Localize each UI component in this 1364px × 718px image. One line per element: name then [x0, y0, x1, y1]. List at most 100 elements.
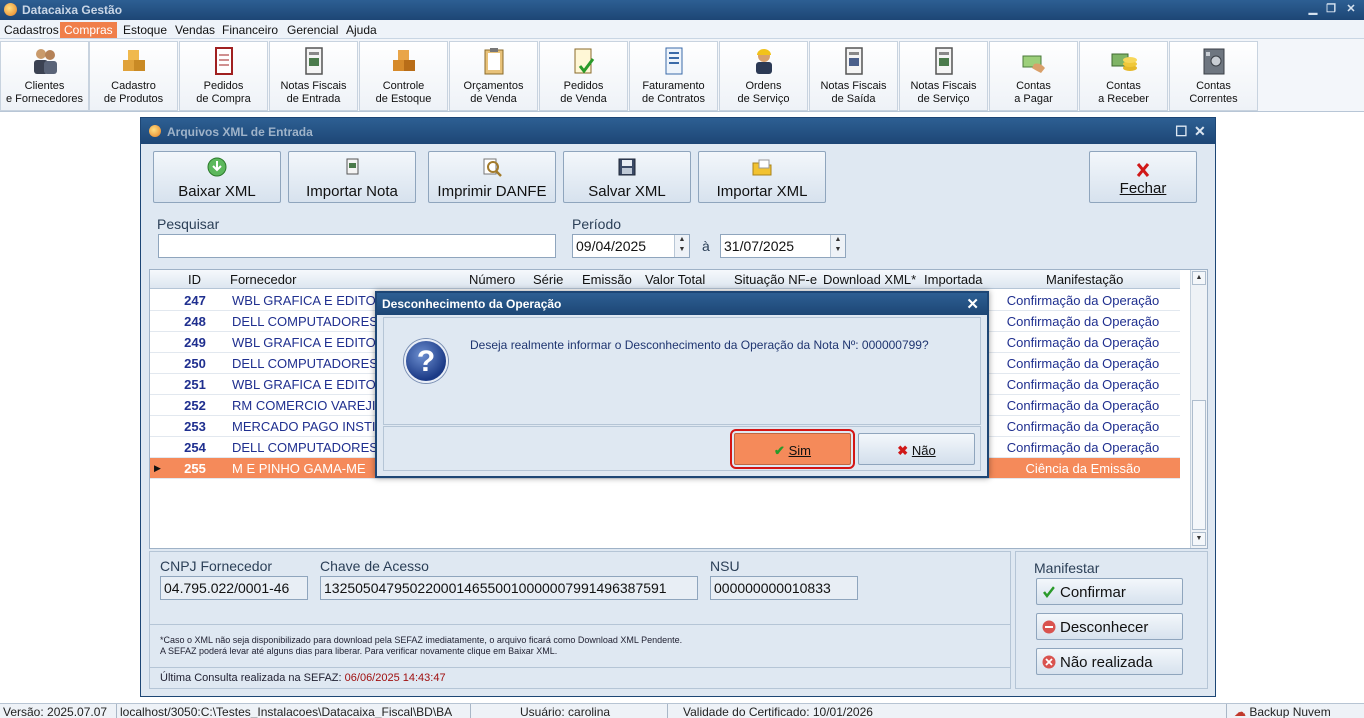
toolbar-label: Pedidos de Compra: [196, 80, 251, 105]
row-manifestacao: Confirmação da Operação: [1006, 419, 1160, 434]
main-toolbar: Clientes e Fornecedores Cadastro de Prod…: [0, 39, 1364, 112]
menu-bar: Cadastros Compras Estoque Vendas Finance…: [0, 20, 1364, 39]
status-version: Versão: 2025.07.07: [3, 705, 108, 718]
products-icon: [123, 50, 145, 71]
row-id: 254: [184, 440, 206, 455]
imprimir-danfe-label: Imprimir DANFE: [437, 183, 547, 200]
backup-label: Backup Nuvem: [1249, 705, 1331, 718]
row-manifestacao: Confirmação da Operação: [1006, 314, 1160, 329]
close-icon[interactable]: ✕: [1344, 2, 1358, 16]
toolbar-orcamentos-button[interactable]: Orçamentos de Venda: [449, 41, 538, 111]
nao-label: Não: [911, 443, 936, 458]
row-id: 252: [184, 398, 206, 413]
scroll-thumb[interactable]: [1192, 400, 1206, 530]
menu-cadastros[interactable]: Cadastros: [2, 22, 61, 38]
toolbar-nf-entrada-button[interactable]: Notas Fiscais de Entrada: [269, 41, 358, 111]
baixar-xml-label: Baixar XML: [178, 183, 256, 200]
print-preview-icon: [483, 158, 502, 177]
x-circle-icon: [1042, 655, 1056, 669]
exit-invoices-icon: [845, 47, 863, 75]
divider: [1226, 704, 1227, 718]
toolbar-label: Contas a Receber: [1098, 80, 1149, 105]
toolbar-nf-servico-button[interactable]: Notas Fiscais de Serviço: [899, 41, 988, 111]
confirmar-button[interactable]: Confirmar: [1036, 578, 1183, 605]
minimize-icon[interactable]: ▁: [1306, 2, 1320, 16]
dialog-titlebar: Desconhecimento da Operação ✕: [377, 293, 987, 315]
col-situacao[interactable]: Situação NF-e: [734, 272, 817, 287]
col-serie[interactable]: Série: [533, 272, 563, 287]
toolbar-contas-pagar-button[interactable]: Contas a Pagar: [989, 41, 1078, 111]
col-valor-total[interactable]: Valor Total: [645, 272, 705, 287]
status-certificate: Validade do Certificado: 10/01/2026: [683, 705, 873, 718]
toolbar-label: Ordens de Serviço: [737, 80, 790, 105]
fechar-button[interactable]: Fechar: [1089, 151, 1197, 203]
menu-compras[interactable]: Compras: [60, 22, 117, 38]
col-fornecedor[interactable]: Fornecedor: [230, 272, 296, 287]
imprimir-danfe-button[interactable]: Imprimir DANFE: [428, 151, 556, 203]
toolbar-produtos-button[interactable]: Cadastro de Produtos: [89, 41, 178, 111]
row-manifestacao: Confirmação da Operação: [1006, 335, 1160, 350]
period-from-spinner[interactable]: ▲ ▼: [674, 235, 689, 257]
toolbar-clientes-button[interactable]: Clientes e Fornecedores: [0, 41, 89, 111]
scroll-up-icon[interactable]: ▲: [1192, 271, 1206, 285]
importar-xml-button[interactable]: Importar XML: [698, 151, 826, 203]
nao-realizada-button[interactable]: Não realizada: [1036, 648, 1183, 675]
search-input[interactable]: [158, 234, 556, 258]
last-query-label: Última Consulta realizada na SEFAZ:: [160, 672, 342, 684]
sim-label: Sim: [788, 443, 811, 458]
toolbar-pedidos-venda-button[interactable]: Pedidos de Venda: [539, 41, 628, 111]
toolbar-faturamento-button[interactable]: Faturamento de Contratos: [629, 41, 718, 111]
col-importada[interactable]: Importada: [924, 272, 983, 287]
desconhecer-button[interactable]: Desconhecer: [1036, 613, 1183, 640]
toolbar-contas-correntes-button[interactable]: Contas Correntes: [1169, 41, 1258, 111]
col-numero[interactable]: Número: [469, 272, 515, 287]
restore-icon[interactable]: ❐: [1324, 2, 1338, 16]
window-close-icon[interactable]: ✕: [1194, 123, 1206, 140]
importar-nota-button[interactable]: Importar Nota: [288, 151, 416, 203]
scroll-down-icon[interactable]: ▼: [1192, 532, 1206, 546]
backup-nuvem[interactable]: ☁ Backup Nuvem: [1234, 705, 1331, 718]
search-label: Pesquisar: [157, 216, 220, 232]
menu-gerencial[interactable]: Gerencial: [285, 22, 340, 38]
toolbar-contas-receber-button[interactable]: Contas a Receber: [1079, 41, 1168, 111]
last-query: Última Consulta realizada na SEFAZ: 06/0…: [160, 672, 446, 684]
toolbar-nf-saida-button[interactable]: Notas Fiscais de Saída: [809, 41, 898, 111]
status-database: localhost/3050:C:\Testes_Instalacoes\Dat…: [120, 705, 453, 718]
close-x-icon: [1136, 163, 1150, 177]
row-id: 250: [184, 356, 206, 371]
row-manifestacao: Confirmação da Operação: [1006, 440, 1160, 455]
nao-button[interactable]: ✖ Não: [858, 433, 975, 465]
cnpj-label: CNPJ Fornecedor: [160, 558, 273, 574]
chave-field[interactable]: 1325050479502200014655001000000799149638…: [320, 576, 698, 600]
toolbar-ordens-servico-button[interactable]: Ordens de Serviço: [719, 41, 808, 111]
col-id[interactable]: ID: [188, 272, 201, 287]
period-to-input[interactable]: 31/07/2025 ▲ ▼: [720, 234, 846, 258]
nsu-field[interactable]: 000000000010833: [710, 576, 858, 600]
baixar-xml-button[interactable]: Baixar XML: [153, 151, 281, 203]
toolbar-estoque-button[interactable]: Controle de Estoque: [359, 41, 448, 111]
maximize-icon[interactable]: ☐: [1175, 123, 1188, 140]
sim-button[interactable]: ✔ Sim: [730, 429, 855, 469]
period-to-spinner[interactable]: ▲ ▼: [830, 235, 845, 257]
grid-scrollbar[interactable]: ▲ ▼: [1190, 270, 1207, 548]
toolbar-label: Notas Fiscais de Saída: [820, 80, 887, 105]
row-id: 253: [184, 419, 206, 434]
dialog-close-icon[interactable]: ✕: [966, 295, 979, 313]
stock-control-icon: [393, 50, 415, 71]
col-download[interactable]: Download XML*: [823, 272, 916, 287]
menu-financeiro[interactable]: Financeiro: [220, 22, 280, 38]
menu-ajuda[interactable]: Ajuda: [344, 22, 379, 38]
question-icon: ?: [404, 339, 448, 383]
menu-vendas[interactable]: Vendas: [173, 22, 217, 38]
row-pointer-icon: ▶: [154, 463, 161, 473]
toolbar-pedidos-compra-button[interactable]: Pedidos de Compra: [179, 41, 268, 111]
menu-estoque[interactable]: Estoque: [121, 22, 169, 38]
period-from-input[interactable]: 09/04/2025 ▲ ▼: [572, 234, 690, 258]
cnpj-field[interactable]: 04.795.022/0001-46: [160, 576, 308, 600]
check-icon: [1043, 586, 1055, 599]
toolbar-label: Faturamento de Contratos: [642, 80, 705, 105]
col-emissao[interactable]: Emissão: [582, 272, 632, 287]
dialog-footer: ✔ Sim ✖ Não: [383, 426, 981, 471]
col-manifestacao[interactable]: Manifestação: [1046, 272, 1123, 287]
salvar-xml-button[interactable]: Salvar XML: [563, 151, 691, 203]
